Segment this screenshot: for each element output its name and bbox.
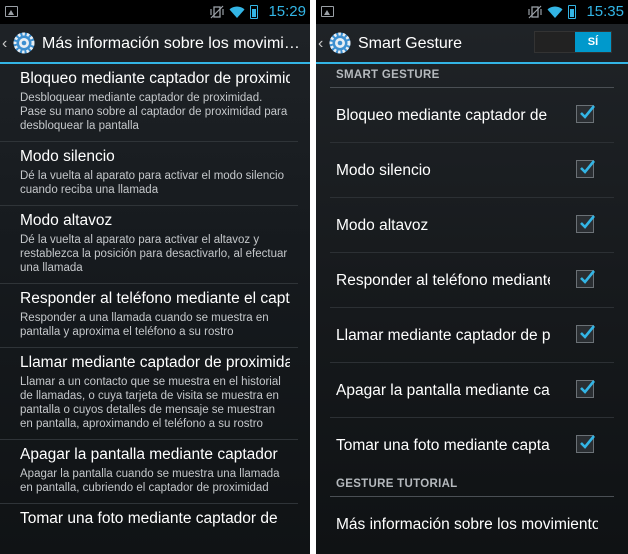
image-notification-icon xyxy=(321,6,334,17)
wifi-icon xyxy=(547,6,563,18)
list-item[interactable]: Tomar una foto mediante captador de xyxy=(0,504,298,537)
setting-row[interactable]: Modo silencio xyxy=(330,143,614,198)
list-item[interactable]: Llamar mediante captador de proximidad L… xyxy=(0,348,298,440)
action-bar: ‹ Más información sobre los movimientos xyxy=(0,24,310,64)
setting-row[interactable]: Apagar la pantalla mediante captador xyxy=(330,363,614,418)
checkbox[interactable] xyxy=(576,380,596,398)
settings-list: SMART GESTURE Bloqueo mediante captador … xyxy=(316,64,628,552)
battery-icon xyxy=(568,5,576,19)
setting-label: Responder al teléfono mediante el captad… xyxy=(336,272,550,289)
info-list: Bloqueo mediante captador de proximidad … xyxy=(0,64,310,537)
wifi-icon xyxy=(229,6,245,18)
checkbox[interactable] xyxy=(576,270,596,288)
status-time: 15:29 xyxy=(268,3,306,20)
setting-row[interactable]: Bloqueo mediante captador de proximidad xyxy=(330,88,614,143)
checkmark-icon xyxy=(580,105,596,119)
list-item[interactable]: Modo silencio Dé la vuelta al aparato pa… xyxy=(0,142,298,206)
list-item[interactable]: Responder al teléfono mediante el captad… xyxy=(0,284,298,348)
setting-row[interactable]: Responder al teléfono mediante el captad… xyxy=(330,253,614,308)
setting-label: Apagar la pantalla mediante captador xyxy=(336,382,550,399)
vibrate-icon xyxy=(528,5,542,19)
tutorial-label: Más información sobre los movimientos xyxy=(336,516,598,533)
image-notification-icon xyxy=(5,6,18,17)
item-summary: Apagar la pantalla cuando se muestra una… xyxy=(20,468,280,494)
back-chevron-icon[interactable]: ‹ xyxy=(2,34,7,54)
left-screen: 15:29 ‹ Más información sobre los movimi… xyxy=(0,0,310,554)
section-header-smart-gesture: SMART GESTURE xyxy=(330,64,614,88)
page-title: Más información sobre los movimientos xyxy=(42,35,304,52)
setting-row[interactable]: Llamar mediante captador de proximidad xyxy=(330,308,614,363)
list-item[interactable]: Apagar la pantalla mediante captador Apa… xyxy=(0,440,298,504)
item-summary: Dé la vuelta al aparato para activar el … xyxy=(20,170,285,196)
item-title: Modo altavoz xyxy=(20,212,113,229)
status-time: 15:35 xyxy=(586,3,624,20)
vibrate-icon xyxy=(210,5,224,19)
setting-label: Llamar mediante captador de proximidad xyxy=(336,327,550,344)
page-title: Smart Gesture xyxy=(358,35,463,52)
action-bar: ‹ Smart Gesture SÍ xyxy=(316,24,628,64)
list-item[interactable]: Bloqueo mediante captador de proximidad … xyxy=(0,64,298,142)
checkbox[interactable] xyxy=(576,215,596,233)
tutorial-link[interactable]: Más información sobre los movimientos xyxy=(330,497,614,552)
checkmark-icon xyxy=(580,325,596,339)
checkmark-icon xyxy=(580,215,596,229)
checkmark-icon xyxy=(580,435,596,449)
status-bar: 15:35 xyxy=(316,0,628,24)
item-title: Llamar mediante captador de proximidad xyxy=(20,354,290,371)
item-title: Modo silencio xyxy=(20,148,115,165)
setting-label: Bloqueo mediante captador de proximidad xyxy=(336,107,550,124)
item-summary: Responder a una llamada cuando se muestr… xyxy=(20,312,269,338)
toggle-on-label: SÍ xyxy=(575,32,611,52)
section-header-gesture-tutorial: GESTURE TUTORIAL xyxy=(330,473,614,497)
checkbox[interactable] xyxy=(576,160,596,178)
item-title: Responder al teléfono mediante el captad… xyxy=(20,290,290,307)
item-title: Apagar la pantalla mediante captador xyxy=(20,446,278,463)
setting-label: Tomar una foto mediante captador xyxy=(336,437,550,454)
setting-label: Modo altavoz xyxy=(336,217,429,234)
item-title: Bloqueo mediante captador de proximidad xyxy=(20,70,290,87)
setting-row[interactable]: Tomar una foto mediante captador xyxy=(330,418,614,473)
setting-row[interactable]: Modo altavoz xyxy=(330,198,614,253)
settings-gear-icon[interactable] xyxy=(12,31,36,55)
checkmark-icon xyxy=(580,160,596,174)
status-bar: 15:29 xyxy=(0,0,310,24)
checkmark-icon xyxy=(580,380,596,394)
battery-icon xyxy=(250,5,258,19)
list-item[interactable]: Modo altavoz Dé la vuelta al aparato par… xyxy=(0,206,298,284)
back-chevron-icon[interactable]: ‹ xyxy=(318,34,323,54)
master-toggle[interactable]: SÍ xyxy=(534,31,612,53)
checkbox[interactable] xyxy=(576,105,596,123)
right-screen: 15:35 ‹ Smart Gesture SÍ SMART GESTURE B… xyxy=(316,0,628,554)
item-summary: Llamar a un contacto que se muestra en e… xyxy=(20,376,281,430)
checkbox[interactable] xyxy=(576,435,596,453)
item-summary: Desbloquear mediante captador de proximi… xyxy=(20,92,288,132)
settings-gear-icon[interactable] xyxy=(328,31,352,55)
item-title: Tomar una foto mediante captador de xyxy=(20,510,278,527)
item-summary: Dé la vuelta al aparato para activar el … xyxy=(20,234,288,274)
checkbox[interactable] xyxy=(576,325,596,343)
setting-label: Modo silencio xyxy=(336,162,431,179)
checkmark-icon xyxy=(580,270,596,284)
